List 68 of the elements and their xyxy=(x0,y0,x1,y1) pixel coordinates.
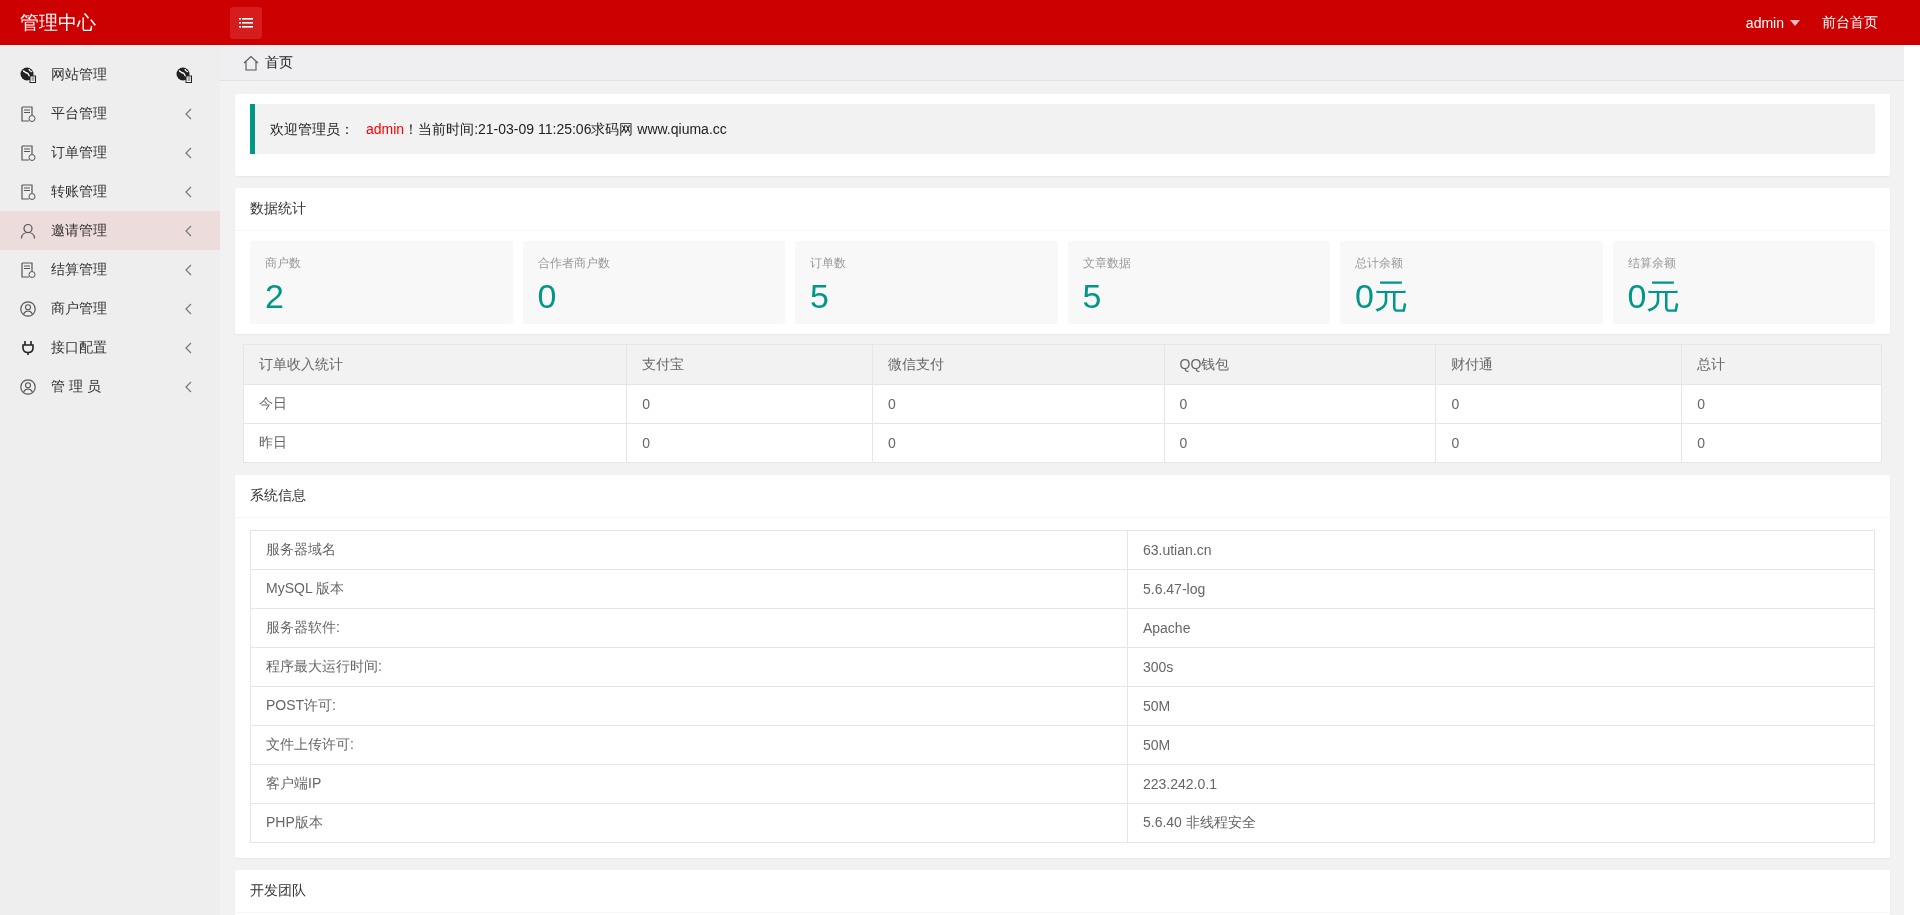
home-icon xyxy=(243,54,259,71)
app-title: 管理中心 xyxy=(19,10,97,35)
frontend-home-link[interactable]: 前台首页 xyxy=(1822,13,1878,32)
column-header: 总计 xyxy=(1681,344,1882,385)
stat-label: 商户数 xyxy=(265,255,302,272)
table-cell: 5.6.40 非线程安全 xyxy=(1127,803,1875,843)
plug-icon xyxy=(20,339,36,356)
stat-value: 0元 xyxy=(1627,276,1682,316)
column-header: 微信支付 xyxy=(872,344,1165,385)
column-header: 财付通 xyxy=(1435,344,1682,385)
stat-label: 合作者商户数 xyxy=(537,255,611,272)
document-icon xyxy=(20,183,36,200)
table-cell: PHP版本 xyxy=(250,803,1128,843)
table-cell: 程序最大运行时间: xyxy=(250,647,1128,687)
table-cell: 客户端IP xyxy=(250,764,1128,804)
table-cell: 0 xyxy=(872,384,1165,424)
document-icon xyxy=(20,105,36,122)
table-cell: Apache xyxy=(1127,608,1875,648)
table-cell: 223.242.0.1 xyxy=(1127,764,1875,804)
table-cell: 0 xyxy=(872,423,1165,463)
user-icon xyxy=(20,222,36,239)
stat-value: 5 xyxy=(1082,276,1103,316)
breadcrumb-link[interactable]: 首页 xyxy=(265,53,293,72)
table-cell: 0 xyxy=(1435,384,1682,424)
globe-icon xyxy=(20,66,36,83)
user-icon xyxy=(20,300,36,317)
stat-label: 总计余额 xyxy=(1355,255,1404,272)
table-cell: 0 xyxy=(1681,423,1882,463)
table-cell: POST许可: xyxy=(250,686,1128,726)
table-cell: 0 xyxy=(1164,423,1436,463)
stat-value: 0元 xyxy=(1355,276,1409,316)
column-header: QQ钱包 xyxy=(1164,344,1436,385)
sidebar-item[interactable]: 邀请管理 xyxy=(0,211,220,250)
table-cell: 50M xyxy=(1127,686,1875,726)
stat-value: 5 xyxy=(810,276,830,316)
document-icon xyxy=(20,144,36,161)
user-icon xyxy=(20,378,36,395)
table-cell: 50M xyxy=(1127,725,1875,765)
table-cell: 5.6.47-log xyxy=(1127,569,1875,609)
table-cell: 服务器软件: xyxy=(250,608,1128,648)
card-title: 开发团队 xyxy=(250,882,306,900)
menu-icon xyxy=(239,17,253,28)
column-header: 订单收入统计 xyxy=(243,344,627,385)
table-cell: 0 xyxy=(1164,384,1436,424)
user-menu[interactable]: admin xyxy=(1745,14,1800,31)
table-cell: 昨日 xyxy=(243,423,627,463)
table-cell: 今日 xyxy=(243,384,627,424)
welcome-message: 欢迎管理员： admin！当前时间:21-03-09 11:25:06求码网 www.qiuma.cc xyxy=(270,120,728,139)
table-cell: 300s xyxy=(1127,647,1875,687)
table-cell: 服务器域名 xyxy=(250,530,1128,570)
stat-value: 0 xyxy=(537,276,558,316)
table-cell: 文件上传许可: xyxy=(250,725,1128,765)
table-cell: 0 xyxy=(1681,384,1882,424)
table-cell: 0 xyxy=(626,423,873,463)
table-cell: 0 xyxy=(1435,423,1682,463)
table-cell: 63.utian.cn xyxy=(1127,530,1875,570)
column-header: 支付宝 xyxy=(626,344,873,385)
table-cell: 0 xyxy=(626,384,873,424)
card-title: 数据统计 xyxy=(250,200,306,218)
stat-label: 订单数 xyxy=(810,255,847,272)
stat-value: 2 xyxy=(265,276,285,316)
stat-label: 文章数据 xyxy=(1082,255,1132,272)
caret-icon xyxy=(1790,19,1800,26)
stat-label: 结算余额 xyxy=(1627,255,1677,272)
document-icon xyxy=(20,261,36,278)
menu-button[interactable] xyxy=(230,6,262,39)
card-title: 系统信息 xyxy=(250,487,306,505)
table-cell: MySQL 版本 xyxy=(250,569,1128,609)
